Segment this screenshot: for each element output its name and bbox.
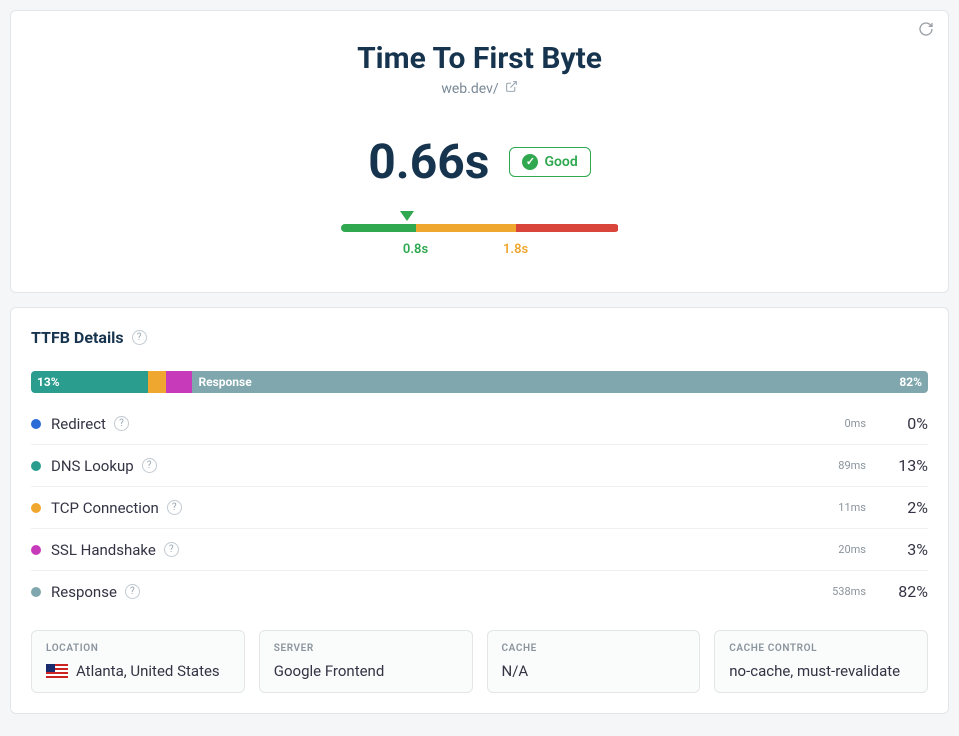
info-cache-value: N/A [502,662,529,680]
bar-response-segment: Response 82% [192,371,928,393]
bar-response-label: Response [198,375,251,389]
us-flag-icon [46,664,68,678]
external-link-icon [505,80,518,97]
row-dot-icon [31,545,41,555]
value-row: 0.66s ✓ Good [31,133,928,190]
url-text: web.dev/ [441,81,498,97]
info-location-value: Atlanta, United States [76,662,220,680]
help-icon[interactable]: ? [114,416,129,431]
bar-dns-label: 13% [37,375,60,389]
url-row[interactable]: web.dev/ [441,80,517,97]
info-cache-control-title: CACHE CONTROL [729,643,913,654]
row-pct: 0% [884,414,928,433]
row-ms: 0ms [844,417,866,430]
row-dot-icon [31,461,41,471]
info-server-value: Google Frontend [274,662,385,680]
threshold-scale: 0.8s 1.8s [31,224,928,262]
row-ms: 20ms [838,543,866,556]
breakdown-row: Response? 538ms 82% [31,571,928,612]
refresh-icon[interactable] [918,21,934,41]
help-icon[interactable]: ? [164,542,179,557]
page-title: Time To First Byte [31,41,928,76]
status-badge: ✓ Good [509,147,590,177]
scale-medium-segment [416,224,516,232]
row-ms: 538ms [832,585,866,598]
summary-card: Time To First Byte web.dev/ 0.66s ✓ Good… [10,10,949,293]
details-header: TTFB Details ? [11,308,948,357]
details-card: TTFB Details ? 13% Response 82% Redirect… [10,307,949,714]
scale-good-segment [341,224,416,232]
row-dot-icon [31,419,41,429]
row-label: Redirect [51,415,106,433]
row-label: DNS Lookup [51,457,134,475]
ttfb-value: 0.66s [368,133,489,190]
help-icon[interactable]: ? [132,330,147,345]
breakdown-row: Redirect? 0ms 0% [31,403,928,445]
info-location: LOCATION Atlanta, United States [31,630,245,693]
help-icon[interactable]: ? [125,584,140,599]
breakdown-row: DNS Lookup? 89ms 13% [31,445,928,487]
row-dot-icon [31,587,41,597]
info-cache-title: CACHE [502,643,686,654]
row-pct: 3% [884,540,928,559]
help-icon[interactable]: ? [167,500,182,515]
bar-tcp-segment [148,371,166,393]
row-label: Response [51,583,117,601]
help-icon[interactable]: ? [142,458,157,473]
breakdown-rows: Redirect? 0ms 0% DNS Lookup? 89ms 13% TCP Conn… [31,403,928,612]
info-cache: CACHE N/A [487,630,701,693]
info-cache-control: CACHE CONTROL no-cache, must-revalidate [714,630,928,693]
bar-response-pct: 82% [899,375,922,389]
bar-dns-segment: 13% [31,371,148,393]
details-title: TTFB Details [31,328,124,347]
info-server-title: SERVER [274,643,458,654]
row-dot-icon [31,503,41,513]
row-pct: 2% [884,498,928,517]
breakdown-row: SSL Handshake? 20ms 3% [31,529,928,571]
threshold-poor-label: 1.8s [503,242,528,257]
info-cache-control-value: no-cache, must-revalidate [729,662,900,680]
check-icon: ✓ [522,154,538,170]
row-pct: 13% [884,456,928,475]
row-label: SSL Handshake [51,541,156,559]
breakdown-row: TCP Connection? 11ms 2% [31,487,928,529]
info-location-title: LOCATION [46,643,230,654]
bar-ssl-segment [166,371,193,393]
scale-poor-segment [516,224,619,232]
row-label: TCP Connection [51,499,159,517]
row-pct: 82% [884,582,928,601]
info-server: SERVER Google Frontend [259,630,473,693]
info-grid: LOCATION Atlanta, United States SERVER G… [11,612,948,693]
scale-marker-icon [400,211,414,221]
status-text: Good [544,154,577,170]
breakdown-bar: 13% Response 82% [31,371,928,393]
threshold-good-label: 0.8s [403,242,428,257]
row-ms: 11ms [838,501,866,514]
row-ms: 89ms [838,459,866,472]
